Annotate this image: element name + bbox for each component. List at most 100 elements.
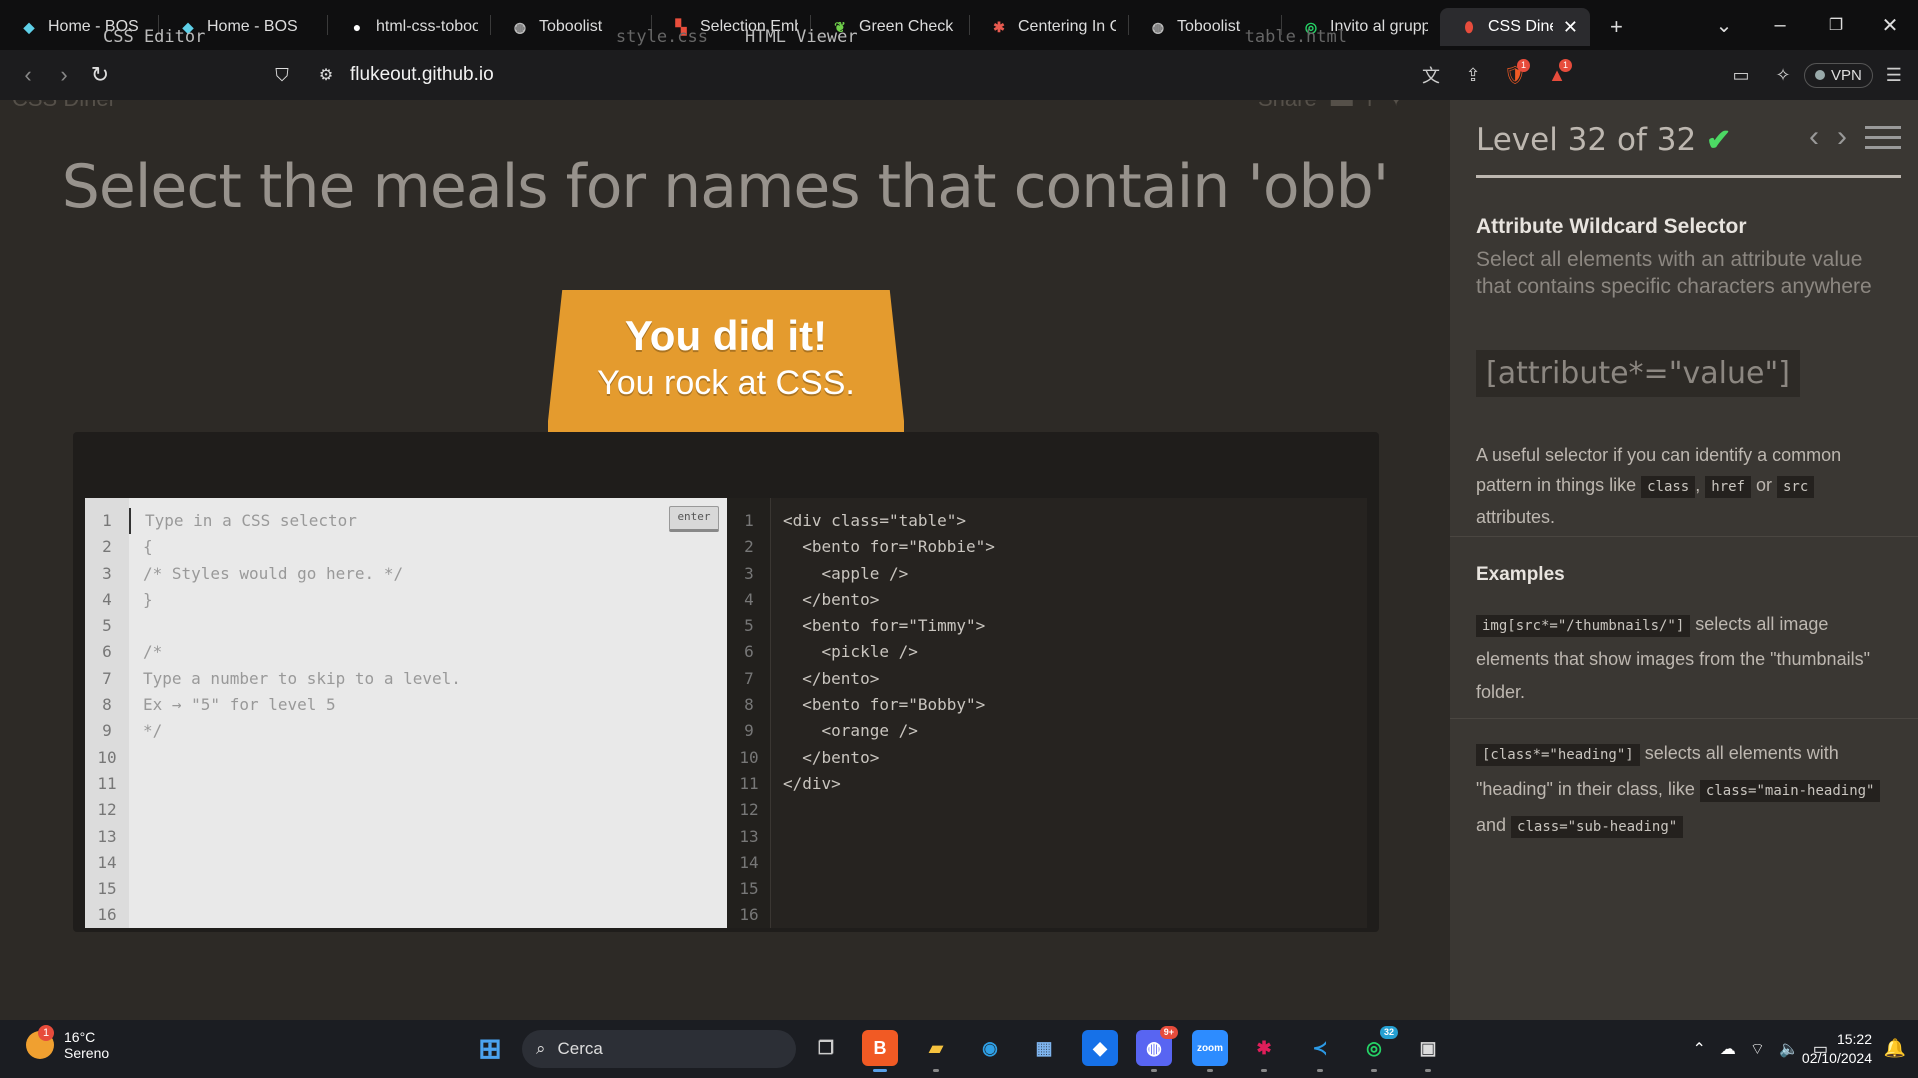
code-line: 14 xyxy=(85,850,727,876)
line-text: <div class="table"> xyxy=(783,511,967,530)
line-number: 15 xyxy=(97,879,117,899)
zoom-icon[interactable]: zoom xyxy=(1192,1030,1228,1072)
share-icon[interactable]: ⇪ xyxy=(1452,57,1494,93)
edge-icon[interactable]: ◉ xyxy=(972,1030,1008,1066)
code-line: 5 xyxy=(85,613,727,639)
windows-taskbar: 1 16°C Sereno ⊞ ⌕ Cerca ❐ B ▰ ◉ ▦ ◆ ◍ 9+ z… xyxy=(0,1020,1918,1078)
line-number: 1 xyxy=(744,511,754,530)
notification-bell-icon[interactable]: 🔔 xyxy=(1884,1038,1906,1059)
back-button[interactable]: ‹ xyxy=(10,57,46,93)
line-number: 11 xyxy=(97,773,117,793)
brave-taskbar-icon[interactable]: B xyxy=(862,1030,898,1072)
level-menu-icon[interactable] xyxy=(1865,125,1901,149)
menu-icon[interactable]: ☰ xyxy=(1873,57,1915,93)
line-text: Type a number to skip to a level. xyxy=(143,668,461,688)
wifi-icon[interactable]: ⌔ xyxy=(1750,1039,1765,1059)
css-editor-filename: style.css xyxy=(615,27,708,47)
selector-hint: A useful selector if you can identify a … xyxy=(1476,440,1896,532)
win-message: You did it! You rock at CSS. xyxy=(548,312,904,403)
whatsapp-taskbar-icon[interactable]: ◎ 32 xyxy=(1356,1026,1398,1072)
example-1-code: img[src*="/thumbnails/"] xyxy=(1476,615,1691,637)
clock-date: 02/10/2024 xyxy=(1801,1050,1872,1066)
share-links: Share ▬ f ✦ xyxy=(1258,100,1405,112)
new-tab-button[interactable]: + xyxy=(1590,8,1636,46)
weather-widget[interactable]: 1 16°C Sereno xyxy=(26,1025,109,1061)
code-line: 10 xyxy=(85,745,727,771)
enter-button[interactable]: enter xyxy=(669,506,719,532)
weather-temp: 16°C xyxy=(64,1029,96,1045)
level-header: Level 32 of 32 ✔ ‹ › xyxy=(1476,120,1901,160)
clock-time: 15:22 xyxy=(1836,1031,1872,1047)
css-editor-header: CSS Editor style.css xyxy=(103,22,708,52)
line-number: 9 xyxy=(102,721,112,741)
vpn-button[interactable]: VPN xyxy=(1804,62,1873,88)
previous-level-icon[interactable]: ‹ xyxy=(1809,120,1819,154)
code-line: 8 Ex → "5" for level 5 xyxy=(85,692,727,718)
example-2-code: [class*="heading"] xyxy=(1476,744,1640,766)
code-line: 2 <bento for="Robbie"> xyxy=(727,534,1367,560)
onedrive-icon[interactable]: ☁ xyxy=(1720,1039,1736,1059)
line-text xyxy=(771,797,783,823)
site-logo[interactable]: CSS Diner xyxy=(12,100,116,112)
line-number: 8 xyxy=(102,695,112,715)
code-src: src xyxy=(1777,476,1815,498)
line-text: </bento> xyxy=(783,589,880,609)
task-view-icon[interactable]: ❐ xyxy=(808,1030,844,1066)
restore-button[interactable]: ❐ xyxy=(1808,0,1864,50)
line-number: 6 xyxy=(744,642,754,662)
twitter-icon[interactable]: ✦ xyxy=(1387,100,1405,112)
code-line: 15 xyxy=(85,876,727,902)
discord-icon[interactable]: ◍ 9+ xyxy=(1136,1026,1178,1072)
share-icon-1[interactable]: ▬ xyxy=(1331,100,1353,112)
forward-button[interactable]: › xyxy=(46,57,82,93)
facebook-icon[interactable]: f xyxy=(1367,100,1373,112)
css-editor[interactable]: 1 Type in a CSS selector 2{3/* Styles woul… xyxy=(85,498,727,928)
line-number: 6 xyxy=(102,642,112,662)
line-number: 10 xyxy=(97,747,117,767)
reload-button[interactable]: ↻ xyxy=(82,57,118,93)
tab-list-chevron-icon[interactable]: ⌄ xyxy=(1696,0,1752,50)
tray-chevron-icon[interactable]: ⌃ xyxy=(1693,1039,1706,1059)
close-window-button[interactable]: ✕ xyxy=(1862,0,1918,50)
code-class: class xyxy=(1641,476,1696,498)
file-explorer-icon[interactable]: ▰ xyxy=(918,1030,954,1072)
bookmark-icon[interactable]: ⛉ xyxy=(264,57,300,93)
translate-icon[interactable]: 文 xyxy=(1410,57,1452,93)
line-number: 3 xyxy=(102,563,112,583)
code-line: 12 xyxy=(85,797,727,823)
url-field[interactable]: flukeout.github.io xyxy=(350,64,494,86)
minimize-button[interactable]: – xyxy=(1752,0,1808,50)
store-icon[interactable]: ▦ xyxy=(1026,1030,1062,1066)
close-tab-icon[interactable]: ✕ xyxy=(1563,17,1578,38)
html-viewer: 1 <div class="table"> 2 <bento for="Robbie… xyxy=(727,498,1367,928)
site-settings-icon[interactable]: ⚙ xyxy=(308,57,344,93)
code-line: 16 xyxy=(85,902,727,928)
line-text xyxy=(771,902,783,928)
brave-shields-icon[interactable]: 🛡 1 xyxy=(1494,57,1536,93)
browser-tab[interactable]: ⬮ CSS Diner ✕ xyxy=(1440,8,1590,46)
volume-icon[interactable]: 🔈 xyxy=(1779,1039,1799,1059)
wallet-icon[interactable]: ▭ xyxy=(1720,57,1762,93)
line-text xyxy=(129,824,143,850)
app-icon[interactable]: ▣ xyxy=(1410,1030,1446,1072)
code-line: 10 </bento> xyxy=(727,745,1367,771)
example-1: img[src*="/thumbnails/"] selects all ima… xyxy=(1476,608,1896,709)
level-sidebar: Level 32 of 32 ✔ ‹ › Attribute Wildcard … xyxy=(1450,100,1918,1020)
completed-check-icon: ✔ xyxy=(1706,123,1732,157)
next-level-icon[interactable]: › xyxy=(1837,120,1847,154)
leo-ai-icon[interactable]: ✧ xyxy=(1762,57,1804,93)
line-number: 1 xyxy=(102,511,112,530)
example-2-code-2: class="main-heading" xyxy=(1699,780,1881,802)
vscode-icon[interactable]: ≺ xyxy=(1302,1030,1338,1072)
clock[interactable]: 15:22 02/10/2024 xyxy=(1802,1030,1872,1068)
slack-icon[interactable]: ✱ xyxy=(1246,1030,1282,1072)
start-windows-icon[interactable]: ⊞ xyxy=(472,1030,508,1066)
css-editor-title: CSS Editor xyxy=(103,27,206,47)
taskbar-search[interactable]: ⌕ Cerca xyxy=(522,1030,796,1068)
brave-rewards-icon[interactable]: ▲ 1 xyxy=(1536,57,1578,93)
example-2-and: and xyxy=(1476,815,1512,835)
code-line: 11 </div> xyxy=(727,771,1367,797)
address-bar: ‹ › ↻ ⛉ ⚙ flukeout.github.io 文 ⇪ 🛡 1 ▲ 1 ▭… xyxy=(0,50,1918,100)
dropbox-icon[interactable]: ◆ xyxy=(1082,1030,1118,1066)
line-text: Ex → "5" for level 5 xyxy=(143,695,336,715)
